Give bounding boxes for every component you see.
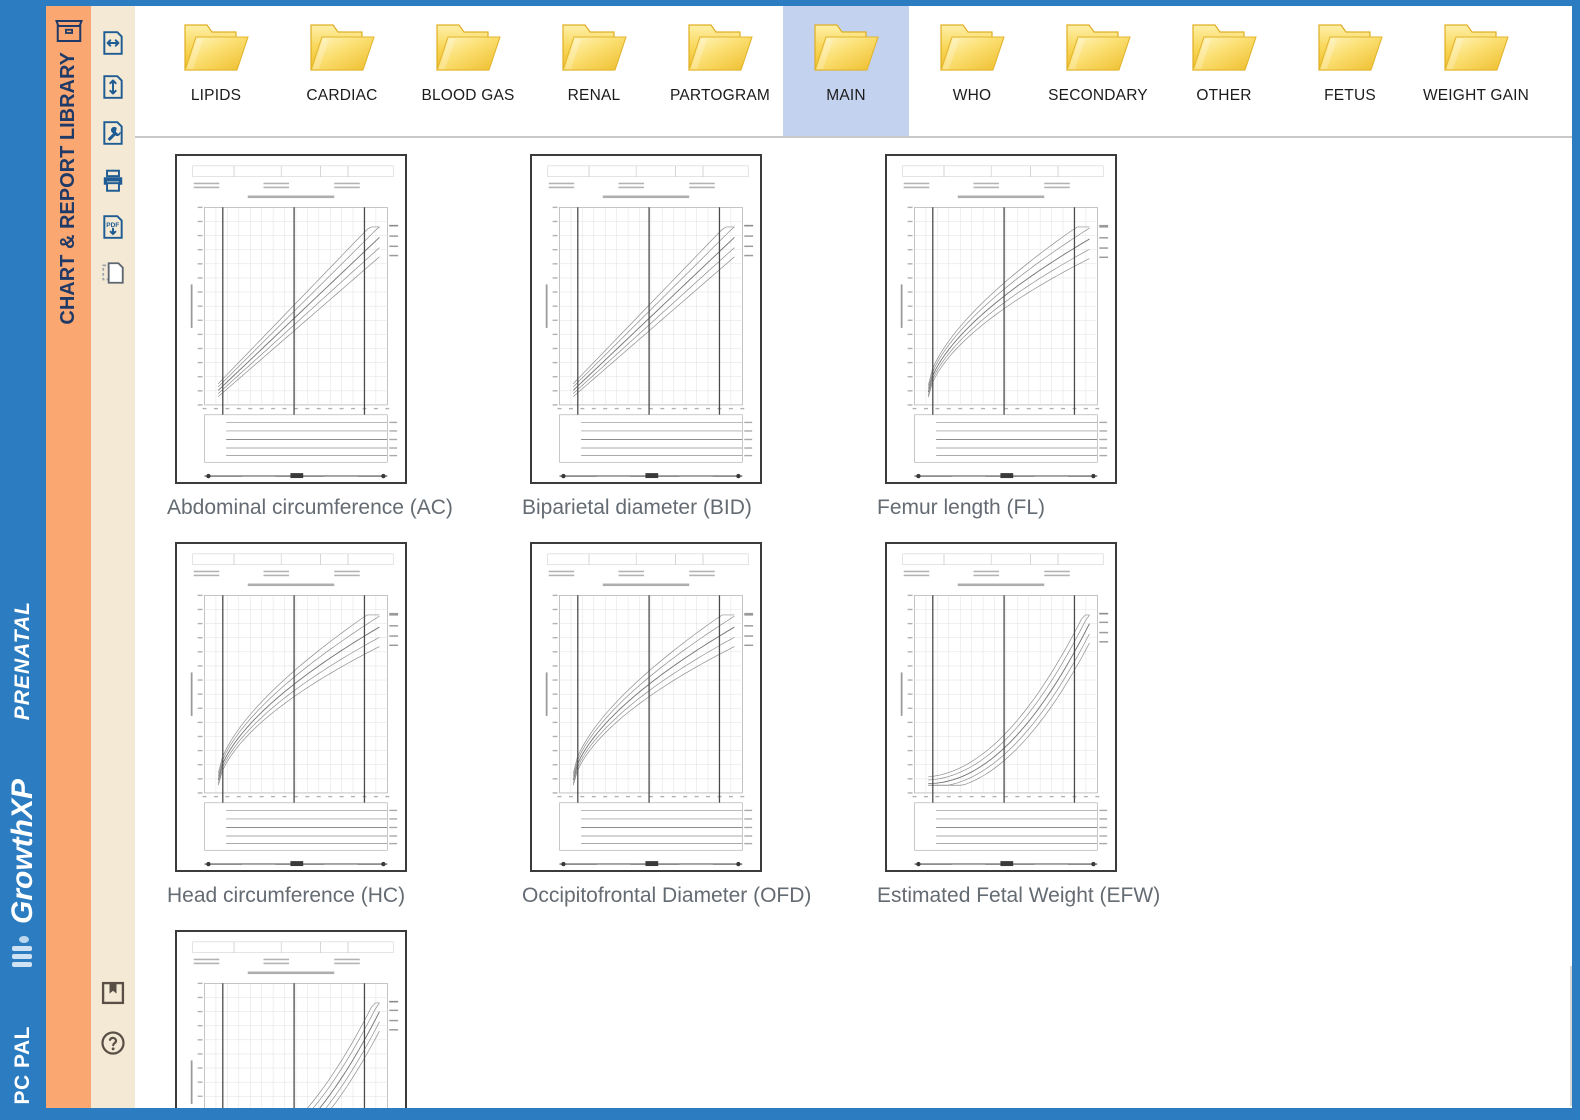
chart-thumbnail-label: Biparietal diameter (BID) [522,496,752,519]
help-icon[interactable] [98,1028,128,1058]
printer-icon[interactable] [98,166,128,196]
folder-tab-label: RENAL [567,87,621,104]
fit-width-icon[interactable] [98,28,128,58]
chart-thumbnail-label: Head circumference (HC) [167,884,406,907]
folder-icon [179,15,253,81]
chart-thumbnail-1[interactable] [530,154,762,484]
folder-tab-label: SECONDARY [1048,87,1148,104]
duplicate-page-icon[interactable] [98,258,128,288]
brand-rail: PC PAL GrowthXP PRENATAL [0,0,46,1120]
brand-pcpal-text: PC PAL [11,1025,34,1104]
folder-tab-label: OTHER [1196,87,1252,104]
chart-thumbnail-label: Femur length (FL) [877,496,1046,519]
chart-thumbnail-4[interactable] [530,542,762,872]
chart-thumbnail-0[interactable] [175,154,407,484]
archive-box-icon[interactable] [54,16,84,46]
library-strip: CHART & REPORT LIBRARY [46,6,91,1108]
chart-thumbnail-cell-3: Head circumference (HC) [157,542,512,908]
chart-thumbnail-cell-1: Biparietal diameter (BID) [512,154,867,520]
folder-tab-label: MAIN [826,87,866,104]
folder-tab-label: CARDIAC [306,87,378,104]
folder-icon [683,15,757,81]
bookmark-book-icon[interactable] [98,978,128,1008]
pdf-download-icon[interactable]: PDF [98,212,128,242]
brand-prenatal-text: PRENATAL [11,600,34,720]
chart-thumbnail-cell-4: Occipitofrontal Diameter (OFD) [512,542,867,908]
folder-tab-label: FETUS [1324,87,1376,104]
brand-growthxp-text: GrowthXP [6,778,39,924]
folder-tab-renal[interactable]: RENAL [531,6,657,136]
folder-tab-label: WEIGHT GAIN [1422,87,1530,104]
main-content-panel: LIPIDS CARDIAC BLOOD GAS RENAL PARTOGRAM… [135,6,1572,1108]
folder-tab-blood-gas[interactable]: BLOOD GAS [405,6,531,136]
folder-tab-label: WHO [952,87,992,104]
folder-icon [305,15,379,81]
folder-icon [1439,15,1513,81]
chart-thumbnail-label: Occipitofrontal Diameter (OFD) [522,884,812,907]
folder-tab-who[interactable]: WHO [909,6,1035,136]
folder-tab-main[interactable]: MAIN [783,6,909,136]
chart-thumbnail-label: Estimated Fetal Weight (EFW) [877,884,1161,907]
folder-icon [1187,15,1261,81]
folder-tab-partogram[interactable]: PARTOGRAM [657,6,783,136]
vertical-scrollbar[interactable] [1570,966,1572,1106]
folder-tab-secondary[interactable]: SECONDARY [1035,6,1161,136]
library-panel-title-text: CHART & REPORT LIBRARY [57,52,79,325]
folder-icon [431,15,505,81]
chart-thumbnail-6[interactable] [175,930,407,1108]
chart-thumbnail-cell-6: Estimated Fetal Weight (EFW) 17-28 sa [157,930,512,1108]
tool-column: PDF [91,6,135,1108]
chart-thumbnail-cell-0: Abdominal circumference (AC) [157,154,512,520]
folder-tab-label: LIPIDS [190,87,242,104]
folder-tab-strip: LIPIDS CARDIAC BLOOD GAS RENAL PARTOGRAM… [135,6,1572,138]
chart-thumbnail-grid: Abdominal circumference (AC) Biparietal … [135,138,1572,1108]
folder-tab-fetus[interactable]: FETUS [1287,6,1413,136]
folder-icon [1061,15,1135,81]
chart-thumbnail-cell-5: Estimated Fetal Weight (EFW) [867,542,1222,908]
chart-thumbnail-2[interactable] [885,154,1117,484]
chart-thumbnail-label: Abdominal circumference (AC) [167,496,453,519]
application-window: PC PAL GrowthXP PRENATAL CHART & REPORT … [0,0,1580,1120]
folder-tab-label: PARTOGRAM [670,87,770,104]
folder-icon [935,15,1009,81]
folder-tab-weight-gain[interactable]: WEIGHT GAIN [1413,6,1539,136]
folder-icon [1313,15,1387,81]
folder-icon [809,15,883,81]
folder-tab-label: BLOOD GAS [421,87,515,104]
chart-thumbnail-3[interactable] [175,542,407,872]
folder-icon [557,15,631,81]
library-panel-title: CHART & REPORT LIBRARY [46,52,91,372]
chart-thumbnail-cell-2: Femur length (FL) [867,154,1222,520]
folder-tab-lipids[interactable]: LIPIDS [153,6,279,136]
chart-thumbnail-5[interactable] [885,542,1117,872]
folder-tab-cardiac[interactable]: CARDIAC [279,6,405,136]
fit-height-icon[interactable] [98,72,128,102]
wrench-settings-icon[interactable] [98,118,128,148]
folder-tab-other[interactable]: OTHER [1161,6,1287,136]
pcpal-logo-mark [12,936,34,970]
